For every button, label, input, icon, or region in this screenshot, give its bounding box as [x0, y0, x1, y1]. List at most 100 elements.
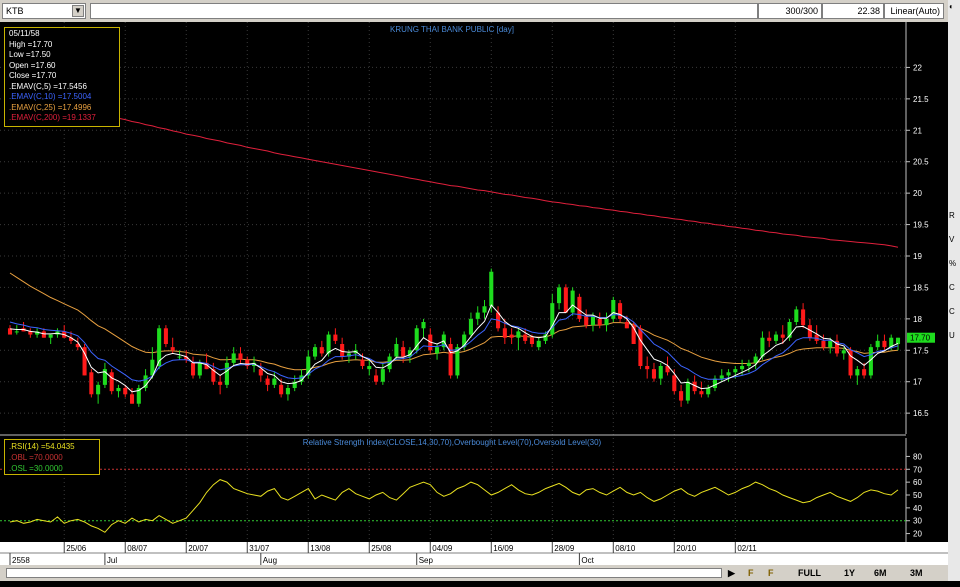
scale-mode[interactable]: Linear(Auto): [884, 3, 944, 19]
candle-body: [96, 384, 101, 395]
rsi-tick-label: 30: [913, 517, 922, 526]
rsi-tick-label: 40: [913, 504, 922, 513]
side-item-r: R: [949, 211, 955, 220]
price-tick-label: 20.5: [913, 158, 929, 167]
ema200-path: [9, 92, 899, 248]
rsi-value: .RSI(14) =54.0435: [9, 442, 75, 451]
info-ema200: .EMAV(C,200) =19.1337: [9, 113, 96, 122]
candle-body: [509, 334, 514, 338]
candle-body: [624, 322, 629, 329]
range-3m-button[interactable]: 3M: [910, 566, 923, 580]
candle-body: [468, 318, 473, 335]
candle-body: [895, 337, 901, 344]
x-tick-label: 08/07: [127, 544, 148, 553]
x-tick-label: 02/11: [737, 544, 757, 553]
x-period-label: Aug: [263, 556, 277, 565]
bottom-toolbar: ▶ F F FULL 1Y 6M 3M: [0, 565, 948, 581]
candle-body: [333, 334, 338, 341]
price-tick-label: 16.5: [913, 409, 929, 418]
symbol-select[interactable]: KTB ▼: [2, 3, 86, 19]
candle-body: [618, 303, 623, 319]
candle-body: [543, 334, 548, 341]
candle-body: [604, 318, 609, 326]
range-1y-button[interactable]: 1Y: [844, 566, 855, 580]
x-tick-label: 25/06: [66, 544, 87, 553]
candle-body: [313, 347, 318, 357]
x-tick-label: 20/10: [676, 544, 697, 553]
candle-body: [753, 356, 758, 363]
formula-icon[interactable]: F: [748, 566, 754, 580]
range-full-button[interactable]: FULL: [798, 566, 821, 580]
candle-body: [828, 340, 833, 348]
candle-body: [374, 375, 379, 382]
price-tick-label: 17.5: [913, 346, 929, 355]
candle-body: [265, 378, 270, 385]
price-tick-label: 18: [913, 315, 922, 324]
rsi-line: [9, 479, 899, 533]
candle-body: [123, 388, 128, 395]
candle-body: [590, 315, 595, 326]
rsi-tick-label: 20: [913, 530, 922, 539]
rsi-path: [9, 479, 899, 533]
scroll-end-icon[interactable]: ▶: [728, 566, 735, 580]
ema10-path: [9, 313, 899, 382]
price-tick-label: 20: [913, 189, 922, 198]
candle-body: [780, 334, 785, 338]
candle-body: [14, 331, 19, 333]
candle-body: [658, 366, 663, 379]
candle-body: [129, 394, 135, 404]
candle-body: [672, 375, 677, 392]
candle-body: [502, 328, 507, 338]
candle-body: [529, 337, 534, 344]
side-item-c2: C: [949, 307, 955, 316]
candle-body: [394, 344, 399, 357]
candle-body: [231, 353, 236, 363]
candle-body: [746, 362, 751, 366]
rsi-tick-label: 50: [913, 491, 922, 500]
side-item-v: V: [949, 235, 955, 244]
price-tick-label: 17: [913, 378, 922, 387]
last-price-label: 17.70: [910, 334, 931, 343]
candle-body: [733, 369, 738, 373]
candle-body: [258, 369, 263, 376]
candle-body: [279, 384, 284, 395]
candle-body: [523, 334, 528, 341]
x-tick-label: 28/09: [554, 544, 575, 553]
candle-body: [651, 369, 657, 379]
candle-body: [170, 347, 175, 351]
candle-body: [557, 287, 562, 304]
candle-body: [285, 388, 290, 395]
chart-grid: [0, 22, 906, 542]
x-tick-label: 16/09: [493, 544, 514, 553]
candle-body: [875, 340, 880, 348]
candle-body: [536, 340, 541, 348]
candle-body: [841, 350, 846, 354]
ema200-line: [9, 92, 899, 248]
candle-body: [821, 340, 826, 348]
rsi-info-panel: .RSI(14) =54.0435 .OBL =70.0000 .OSL =30…: [4, 439, 100, 475]
x-period-label: 2558: [12, 556, 30, 565]
info-ema10: .EMAV(C,10) =17.5004: [9, 92, 92, 101]
candle-body: [773, 334, 779, 341]
chevron-down-icon[interactable]: ▼: [72, 5, 84, 17]
price-tick-label: 19.5: [913, 221, 929, 230]
refresh-icon[interactable]: ◐: [949, 2, 960, 46]
right-side-panel: ◐ R V % C C U: [948, 0, 960, 581]
rsi-tick-label: 60: [913, 478, 922, 487]
horizontal-scrollbar[interactable]: [6, 568, 722, 578]
candle-body: [794, 309, 799, 322]
range-6m-button[interactable]: 6M: [874, 566, 887, 580]
x-tick-label: 13/08: [310, 544, 331, 553]
candle-body: [570, 290, 575, 313]
top-toolbar: KTB ▼ 300/300 22.38 Linear(Auto): [0, 0, 948, 22]
candle-body: [882, 340, 887, 348]
candle-body: [475, 312, 480, 319]
candles: [7, 268, 901, 407]
candle-body: [218, 381, 223, 385]
candle-body: [435, 347, 440, 354]
candle-body: [489, 271, 494, 307]
rsi-tick-label: 70: [913, 465, 922, 474]
formula-edit-icon[interactable]: F: [768, 566, 774, 580]
price-y-axis: 16.5 17 17.5 18 18.5 19 19.5 20 20.5 21 21.5 22: [906, 63, 929, 418]
candle-body: [116, 388, 121, 392]
